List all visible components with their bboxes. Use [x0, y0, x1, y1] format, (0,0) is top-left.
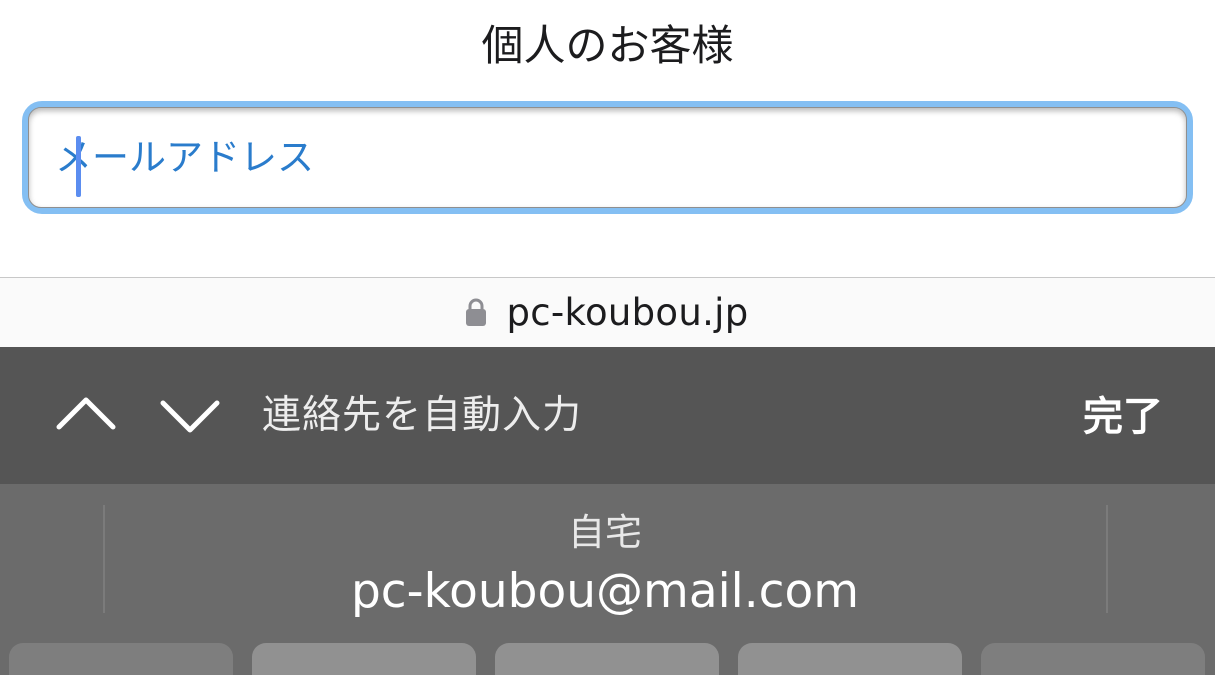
previous-field-button[interactable]: [54, 384, 118, 448]
email-field-focus-ring: [22, 101, 1193, 214]
suggestion-label: 自宅: [568, 511, 642, 554]
text-caret: [76, 136, 81, 197]
keyboard-key[interactable]: [738, 643, 962, 675]
keyboard-key[interactable]: [495, 643, 719, 675]
url-text: pc-koubou.jp: [506, 291, 749, 334]
web-content: 個人のお客様: [0, 0, 1215, 277]
lock-icon: [466, 298, 487, 326]
chevron-up-icon: [56, 397, 116, 430]
suggestion-email: pc-koubou@mail.com: [350, 564, 860, 619]
address-bar[interactable]: pc-koubou.jp: [0, 277, 1215, 347]
done-button[interactable]: 完了: [1083, 388, 1163, 446]
keyboard-key[interactable]: [9, 643, 233, 675]
email-field[interactable]: [28, 107, 1187, 208]
suggestion-divider: [1106, 505, 1108, 613]
keyboard-key[interactable]: [252, 643, 476, 675]
autofill-contact-button[interactable]: 連絡先を自動入力: [262, 388, 582, 444]
chevron-down-icon: [160, 400, 220, 433]
autofill-suggestion[interactable]: 自宅 pc-koubou@mail.com: [104, 505, 1106, 625]
keyboard-key[interactable]: [981, 643, 1205, 675]
page-title: 個人のお客様: [481, 21, 734, 70]
next-field-button[interactable]: [158, 384, 222, 448]
safari-page: 個人のお客様 pc-koubou.jp 連絡先を自動入力 完了 自宅 pc-ko…: [0, 0, 1215, 675]
